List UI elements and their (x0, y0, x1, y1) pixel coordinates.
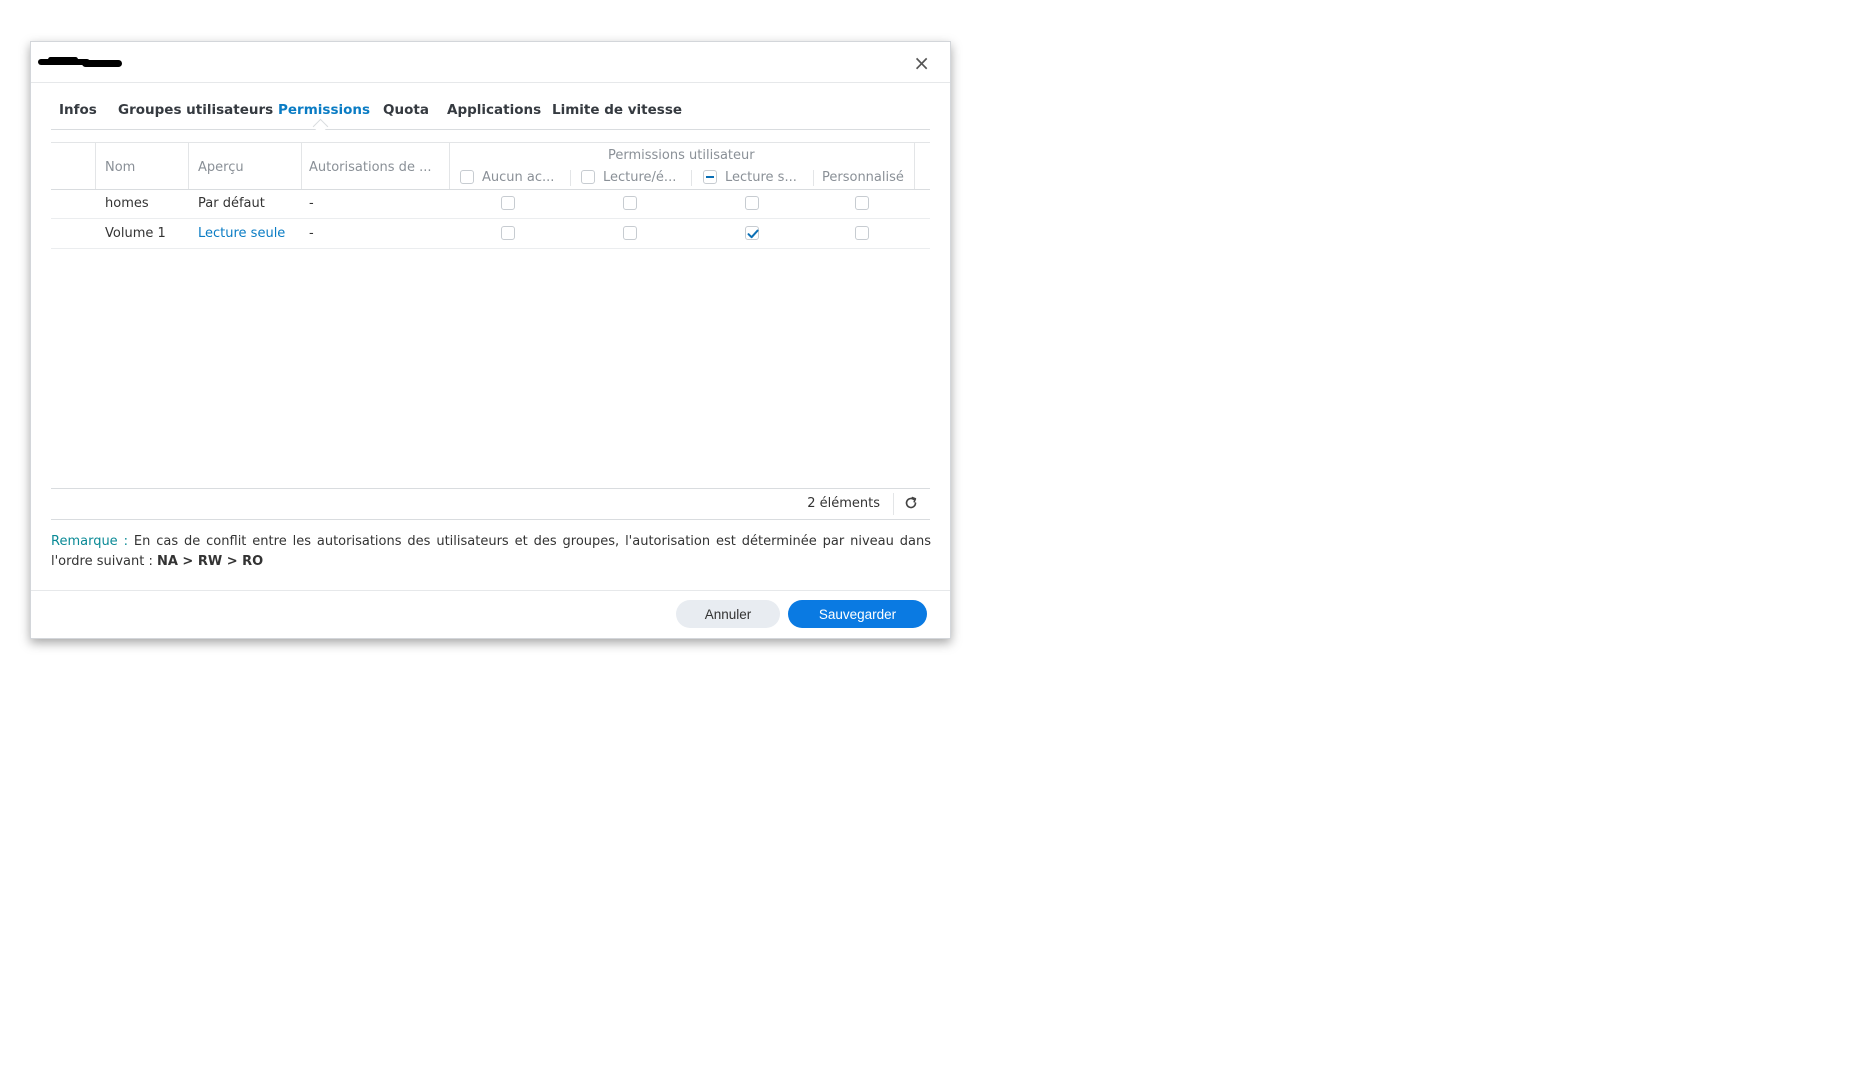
column-header-personnalise[interactable]: Personnalisé (822, 170, 904, 185)
checkmark-icon (747, 229, 759, 239)
active-tab-indicator (312, 118, 329, 135)
column-header-aucun-acces[interactable]: Aucun ac... (482, 170, 554, 185)
tab-groupes-utilisateurs[interactable]: Groupes utilisateurs (118, 102, 273, 118)
note-label: Remarque : (51, 534, 128, 549)
redacted-title (38, 57, 122, 69)
grid-header: Nom Aperçu Autorisations de ... Permissi… (51, 142, 930, 190)
cell-apercu: Par défaut (198, 196, 265, 211)
column-header-nom[interactable]: Nom (105, 160, 135, 175)
checkbox-personnalise[interactable] (855, 196, 869, 210)
checkbox-personnalise[interactable] (855, 226, 869, 240)
cell-nom: Volume 1 (105, 226, 166, 241)
refresh-icon[interactable] (903, 495, 919, 511)
tab-infos[interactable]: Infos (59, 102, 97, 118)
tab-bar: Infos Groupes utilisateurs Permissions Q… (51, 94, 930, 135)
header-checkbox-lecture-seule[interactable] (703, 170, 717, 184)
note-text: Remarque : En cas de conflit entre les a… (51, 532, 931, 572)
save-button[interactable]: Sauvegarder (788, 600, 927, 628)
column-header-autorisations[interactable]: Autorisations de ... (309, 160, 431, 175)
tab-quota[interactable]: Quota (383, 102, 429, 118)
cell-autorisations: - (309, 196, 314, 211)
checkbox-lecture-seule-checked[interactable] (745, 226, 759, 240)
tab-applications[interactable]: Applications (447, 102, 541, 118)
grid-footer: 2 éléments (51, 488, 930, 520)
cancel-button[interactable]: Annuler (676, 600, 780, 628)
note-order: NA > RW > RO (156, 554, 264, 569)
column-group-permissions-utilisateur: Permissions utilisateur (608, 148, 755, 163)
header-checkbox-lecture-ecriture[interactable] (581, 170, 595, 184)
cell-apercu-link[interactable]: Lecture seule (198, 226, 285, 241)
dialog-titlebar[interactable]: × (31, 42, 950, 83)
table-row[interactable]: Volume 1 Lecture seule - (51, 219, 930, 249)
checkbox-aucun-acces[interactable] (501, 196, 515, 210)
tab-permissions[interactable]: Permissions (278, 102, 370, 118)
column-header-apercu[interactable]: Aperçu (198, 160, 244, 175)
permissions-dialog: × Infos Groupes utilisateurs Permissions… (30, 41, 951, 639)
header-checkbox-aucun-acces[interactable] (460, 170, 474, 184)
footer-divider (31, 590, 950, 591)
cell-autorisations: - (309, 226, 314, 241)
checkbox-lecture-ecriture[interactable] (623, 226, 637, 240)
cell-nom: homes (105, 196, 149, 211)
column-header-lecture-seule[interactable]: Lecture s... (725, 170, 797, 185)
table-row[interactable]: homes Par défaut - (51, 189, 930, 219)
checkbox-lecture-ecriture[interactable] (623, 196, 637, 210)
close-icon[interactable]: × (913, 51, 930, 75)
checkbox-lecture-seule[interactable] (745, 196, 759, 210)
permissions-grid: Nom Aperçu Autorisations de ... Permissi… (51, 142, 930, 530)
tab-limite-de-vitesse[interactable]: Limite de vitesse (552, 102, 682, 118)
column-header-lecture-ecriture[interactable]: Lecture/é... (603, 170, 676, 185)
item-count: 2 éléments (807, 496, 880, 511)
checkbox-aucun-acces[interactable] (501, 226, 515, 240)
